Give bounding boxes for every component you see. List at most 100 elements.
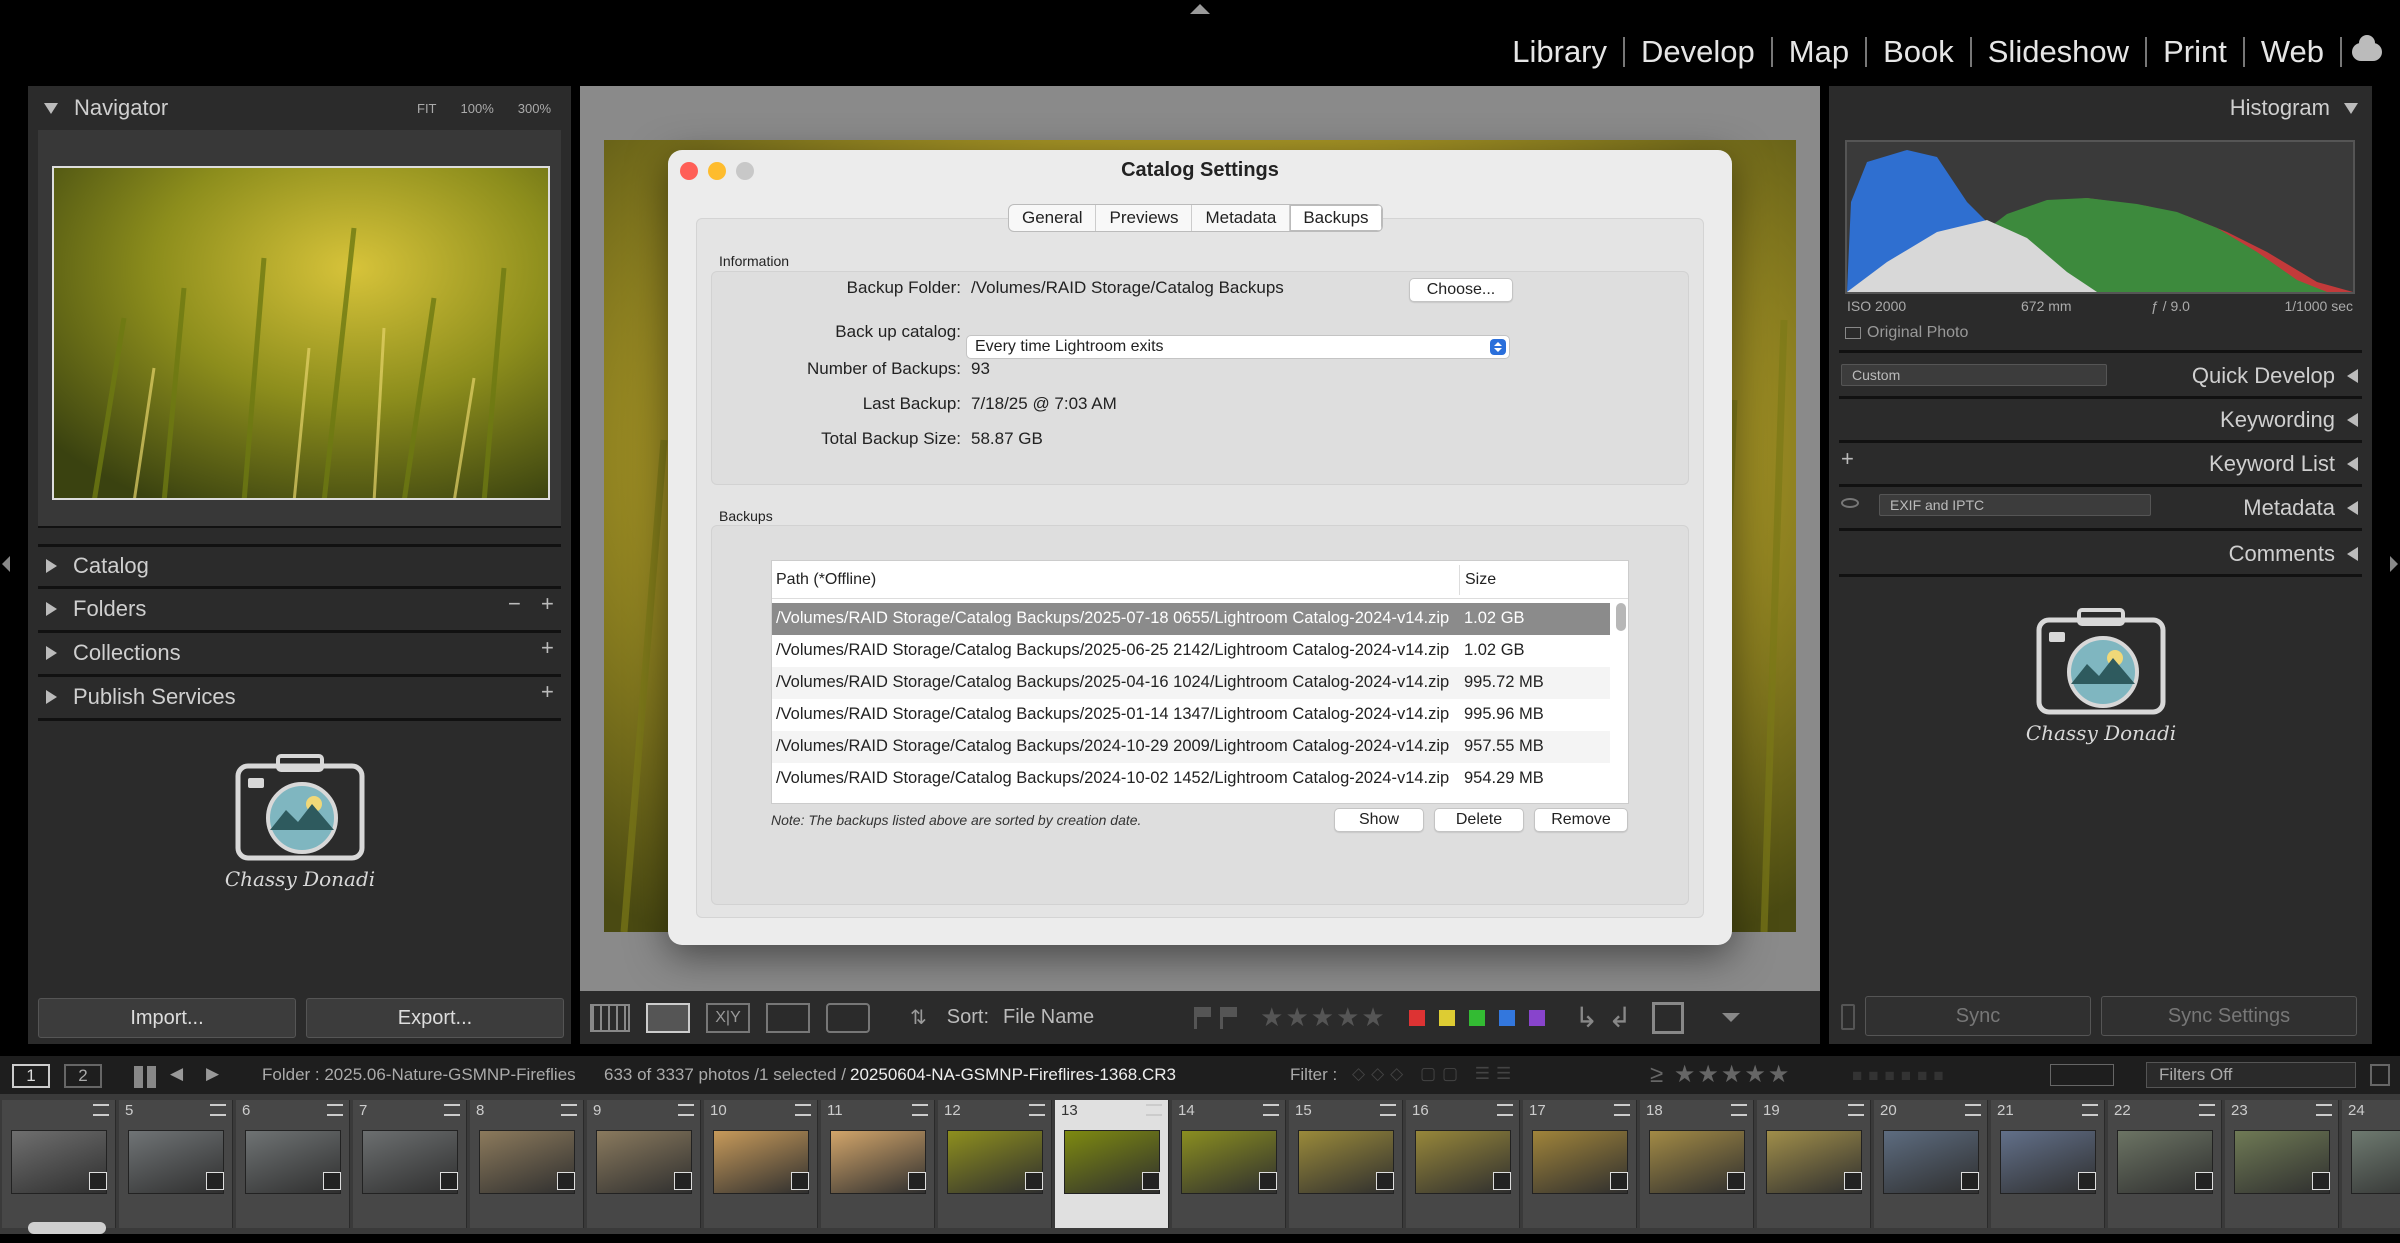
plus-icon[interactable]: + xyxy=(541,591,554,617)
histogram[interactable] xyxy=(1845,140,2355,294)
zoom-100[interactable]: 100% xyxy=(461,101,494,116)
path-column-header[interactable]: Path (*Offline) xyxy=(776,571,876,589)
filmstrip-frame[interactable]: 20 xyxy=(1874,1100,1988,1228)
filmstrip-frame[interactable]: 13 xyxy=(1055,1100,1169,1228)
table-row[interactable]: /Volumes/RAID Storage/Catalog Backups/20… xyxy=(772,603,1610,635)
filmstrip-frame[interactable]: 6 xyxy=(236,1100,350,1228)
keywording-header[interactable]: Keywording xyxy=(1829,400,2372,440)
filmstrip-frame[interactable]: 17 xyxy=(1523,1100,1637,1228)
frame-menu-icon[interactable] xyxy=(912,1104,928,1116)
filmstrip-frame[interactable] xyxy=(2,1100,116,1228)
zoom-300[interactable]: 300% xyxy=(518,101,551,116)
module-develop[interactable]: Develop xyxy=(1625,34,1771,70)
size-column-header[interactable]: Size xyxy=(1465,571,1496,589)
label-blue-icon[interactable] xyxy=(1498,1009,1515,1026)
rotate-left-icon[interactable]: ↳ xyxy=(1575,1001,1598,1034)
filmstrip-frame[interactable]: 24 xyxy=(2342,1100,2400,1228)
frame-menu-icon[interactable] xyxy=(1731,1104,1747,1116)
filmstrip-frame[interactable]: 9 xyxy=(587,1100,701,1228)
filmstrip-frame[interactable]: 8 xyxy=(470,1100,584,1228)
frame-menu-icon[interactable] xyxy=(678,1104,694,1116)
table-scrollbar[interactable] xyxy=(1616,603,1626,631)
filmstrip-frame[interactable]: 18 xyxy=(1640,1100,1754,1228)
minus-icon[interactable]: − xyxy=(508,591,521,617)
frame-menu-icon[interactable] xyxy=(1614,1104,1630,1116)
flag-icon[interactable] xyxy=(1194,1006,1213,1029)
star-filter[interactable]: ≥ ★★★★★ xyxy=(1650,1060,1791,1089)
frame-menu-icon[interactable] xyxy=(1146,1104,1162,1116)
zoom-fit[interactable]: FIT xyxy=(417,101,437,116)
show-button[interactable]: Show xyxy=(1334,808,1424,832)
filmstrip-frame[interactable]: 7 xyxy=(353,1100,467,1228)
module-library[interactable]: Library xyxy=(1496,34,1623,70)
frame-menu-icon[interactable] xyxy=(1029,1104,1045,1116)
sort-select[interactable]: File Name xyxy=(1003,1006,1094,1029)
publish-services-header[interactable]: Publish Services xyxy=(28,677,571,717)
survey-view-icon[interactable] xyxy=(766,1002,810,1033)
filmstrip-frame[interactable]: 5 xyxy=(119,1100,233,1228)
module-print[interactable]: Print xyxy=(2147,34,2243,70)
comments-header[interactable]: Comments xyxy=(1829,534,2372,574)
filmstrip-frame[interactable]: 12 xyxy=(938,1100,1052,1228)
color-filter-icons[interactable]: ■■■■■■ xyxy=(1852,1066,1950,1086)
compare-view-icon[interactable]: X|Y xyxy=(706,1002,750,1033)
sync-button[interactable]: Sync xyxy=(1865,996,2091,1036)
frame-menu-icon[interactable] xyxy=(444,1104,460,1116)
forward-arrow-icon[interactable]: ▶ xyxy=(206,1064,219,1084)
frame-menu-icon[interactable] xyxy=(1380,1104,1396,1116)
filmstrip-frame[interactable]: 16 xyxy=(1406,1100,1520,1228)
module-book[interactable]: Book xyxy=(1867,34,1970,70)
sync-settings-button[interactable]: Sync Settings xyxy=(2101,996,2357,1036)
backup-frequency-select[interactable]: Every time Lightroom exits xyxy=(966,335,1510,359)
filmstrip-frame[interactable]: 22 xyxy=(2108,1100,2222,1228)
frame-menu-icon[interactable] xyxy=(1263,1104,1279,1116)
label-purple-icon[interactable] xyxy=(1528,1009,1545,1026)
back-arrow-icon[interactable]: ◀ xyxy=(170,1064,183,1084)
grid-view-icon[interactable] xyxy=(590,1003,630,1032)
frame-menu-icon[interactable] xyxy=(795,1104,811,1116)
frame-menu-icon[interactable] xyxy=(2199,1104,2215,1116)
filmstrip-frame[interactable]: 10 xyxy=(704,1100,818,1228)
delete-button[interactable]: Delete xyxy=(1434,808,1524,832)
module-slideshow[interactable]: Slideshow xyxy=(1972,34,2145,70)
grid-icon[interactable] xyxy=(134,1066,156,1088)
import-button[interactable]: Import... xyxy=(38,998,296,1038)
window-2-button[interactable]: 2 xyxy=(64,1064,102,1088)
export-button[interactable]: Export... xyxy=(306,998,564,1038)
filmstrip-frame[interactable]: 11 xyxy=(821,1100,935,1228)
loupe-view-icon[interactable] xyxy=(646,1002,690,1033)
folders-header[interactable]: Folders xyxy=(28,589,571,629)
folder-source[interactable]: Folder : 2025.06-Nature-GSMNP-Fireflies xyxy=(262,1065,576,1085)
frame-menu-icon[interactable] xyxy=(561,1104,577,1116)
tab-backups[interactable]: Backups xyxy=(1290,205,1382,231)
catalog-header[interactable]: Catalog xyxy=(28,546,571,586)
navigator-image[interactable] xyxy=(52,166,550,500)
window-1-button[interactable]: 1 xyxy=(12,1064,50,1088)
frame-menu-icon[interactable] xyxy=(1497,1104,1513,1116)
collapse-left-icon[interactable] xyxy=(2,556,10,572)
plus-icon[interactable]: + xyxy=(541,635,554,661)
filmstrip-scrollbar[interactable] xyxy=(28,1222,106,1234)
collections-header[interactable]: Collections xyxy=(28,633,571,673)
toolbar-menu-icon[interactable] xyxy=(1721,1013,1740,1022)
remove-button[interactable]: Remove xyxy=(1534,808,1628,832)
original-photo-toggle[interactable]: Original Photo xyxy=(1845,324,1968,342)
filmstrip-frame[interactable]: 14 xyxy=(1172,1100,1286,1228)
filmstrip-frame[interactable]: 21 xyxy=(1991,1100,2105,1228)
choose-button[interactable]: Choose... xyxy=(1409,278,1513,302)
tab-metadata[interactable]: Metadata xyxy=(1192,205,1291,231)
view-mode-icons[interactable] xyxy=(2050,1064,2114,1086)
table-row[interactable]: /Volumes/RAID Storage/Catalog Backups/20… xyxy=(772,731,1610,763)
collapse-top-icon[interactable] xyxy=(1190,4,1210,14)
frame-menu-icon[interactable] xyxy=(327,1104,343,1116)
table-row[interactable]: /Volumes/RAID Storage/Catalog Backups/20… xyxy=(772,667,1610,699)
star-rating[interactable]: ★★★★★ xyxy=(1260,1002,1387,1033)
filmstrip-frame[interactable]: 19 xyxy=(1757,1100,1871,1228)
preset-select[interactable]: Custom xyxy=(1841,364,2107,386)
filmstrip-frame[interactable]: 15 xyxy=(1289,1100,1403,1228)
frame-menu-icon[interactable] xyxy=(2082,1104,2098,1116)
sort-direction-icon[interactable]: ⇅ xyxy=(910,1005,927,1030)
table-row[interactable]: /Volumes/RAID Storage/Catalog Backups/20… xyxy=(772,635,1610,667)
rotate-right-icon[interactable]: ↲ xyxy=(1608,1001,1631,1034)
plus-icon[interactable]: + xyxy=(541,679,554,705)
